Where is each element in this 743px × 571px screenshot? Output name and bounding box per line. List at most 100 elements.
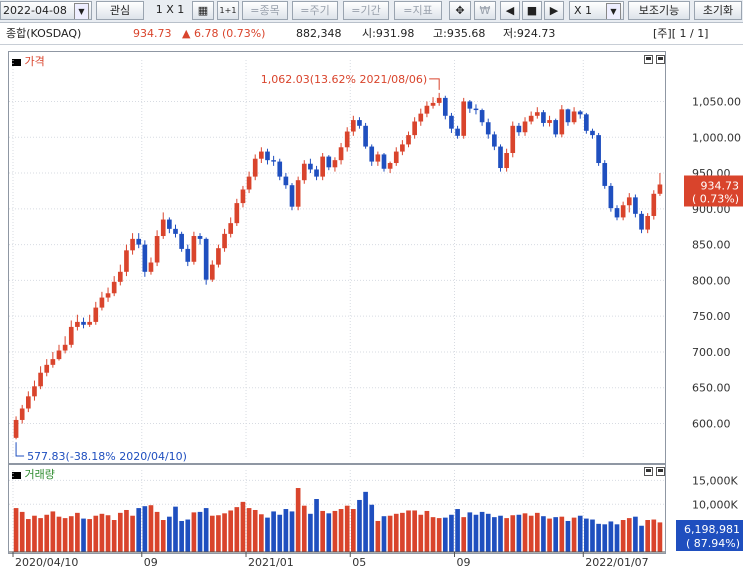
volume-bar — [19, 511, 25, 552]
candle-body — [387, 163, 393, 169]
candle-body — [344, 131, 350, 148]
candle-body — [461, 101, 467, 136]
candle-body — [136, 238, 142, 245]
candle-body — [504, 153, 509, 169]
candle-body — [240, 189, 246, 204]
volume-bar — [534, 512, 540, 552]
candle-body — [87, 321, 92, 325]
max-annotation-leader — [429, 78, 440, 90]
candle-body — [99, 297, 105, 308]
volume-bar — [547, 518, 552, 552]
volume-bar — [154, 511, 160, 552]
candle-body — [357, 120, 362, 126]
candle-body — [406, 135, 411, 145]
x-tick-label: 09 — [144, 556, 158, 569]
volume-bar — [191, 512, 197, 552]
candle-body — [363, 125, 368, 147]
candle-body — [314, 169, 319, 177]
candle-body — [326, 156, 332, 168]
min-annotation: 577.83(-38.18% 2020/04/10) — [27, 450, 187, 463]
current-price-label: 934.73 — [701, 179, 740, 192]
volume-bar — [283, 509, 289, 552]
volume-bar — [424, 510, 430, 552]
candle-body — [332, 160, 338, 168]
candle-body — [93, 307, 99, 322]
volume-bar — [412, 510, 417, 552]
volume-bar — [117, 512, 123, 552]
candle-body — [338, 147, 344, 161]
volume-bar — [197, 511, 203, 552]
volume-bar — [252, 509, 258, 552]
volume-bar — [479, 511, 485, 552]
candle-body — [68, 326, 74, 345]
volume-bar — [498, 515, 503, 552]
volume-bar — [522, 513, 528, 552]
volume-bar — [259, 514, 264, 552]
volume-bar — [442, 517, 448, 552]
volume-bar — [516, 514, 522, 552]
volume-bar — [363, 491, 368, 552]
volume-bar — [584, 518, 589, 552]
candle-body — [154, 236, 160, 263]
candle-body — [173, 228, 178, 234]
volume-bar — [614, 524, 620, 552]
candle-body — [657, 184, 663, 194]
candlestick-chart[interactable]: 1,050.001,000.00950.00900.00850.00800.00… — [0, 0, 743, 571]
candle-body — [277, 161, 283, 177]
volume-bar — [357, 499, 362, 552]
candle-body — [111, 281, 117, 294]
candle-body — [571, 111, 577, 123]
volume-bar — [553, 517, 559, 552]
candle-body — [442, 97, 448, 116]
price-tick-label: 700.00 — [692, 346, 731, 359]
volume-bar — [130, 515, 135, 552]
volume-bar — [571, 517, 577, 552]
price-tick-label: 600.00 — [692, 418, 731, 431]
candle-body — [393, 151, 399, 164]
candle-body — [216, 248, 221, 265]
volume-bar — [626, 518, 632, 552]
candle-body — [160, 219, 166, 237]
volume-bar — [608, 521, 614, 552]
volume-bar — [93, 515, 99, 552]
candle-body — [130, 238, 135, 251]
candle-body — [639, 213, 644, 230]
volume-bar — [301, 505, 307, 552]
candle-body — [553, 120, 559, 135]
current-volume-pct: ( 87.94%) — [686, 537, 740, 550]
candle-body — [412, 121, 417, 136]
candle-body — [626, 197, 632, 206]
volume-bar — [449, 514, 454, 552]
candle-body — [105, 293, 111, 298]
candle-body — [651, 193, 657, 216]
candle-body — [645, 215, 650, 230]
volume-bar — [467, 512, 473, 552]
volume-bar — [222, 513, 227, 552]
volume-bar — [68, 516, 74, 552]
volume-bar — [38, 518, 43, 552]
volume-bar — [436, 518, 442, 552]
volume-bar — [13, 508, 19, 552]
volume-bar — [216, 515, 221, 552]
volume-bar — [375, 520, 381, 552]
volume-bar — [455, 509, 460, 552]
candle-body — [498, 146, 503, 169]
volume-bar — [32, 515, 37, 552]
volume-bar — [510, 515, 516, 552]
candle-body — [283, 176, 289, 186]
candle-body — [510, 125, 516, 153]
candle-body — [308, 163, 313, 170]
volume-bar — [111, 520, 117, 552]
volume-bar — [387, 515, 393, 552]
candle-body — [479, 110, 485, 123]
candle-body — [559, 109, 565, 135]
candle-body — [584, 114, 589, 131]
candle-body — [179, 233, 184, 249]
x-tick-label: 05 — [352, 556, 366, 569]
candle-body — [614, 208, 620, 218]
volume-bar — [50, 511, 56, 552]
candle-body — [620, 205, 626, 218]
candle-body — [381, 154, 387, 169]
volume-bar — [461, 517, 467, 552]
candle-body — [228, 223, 234, 234]
